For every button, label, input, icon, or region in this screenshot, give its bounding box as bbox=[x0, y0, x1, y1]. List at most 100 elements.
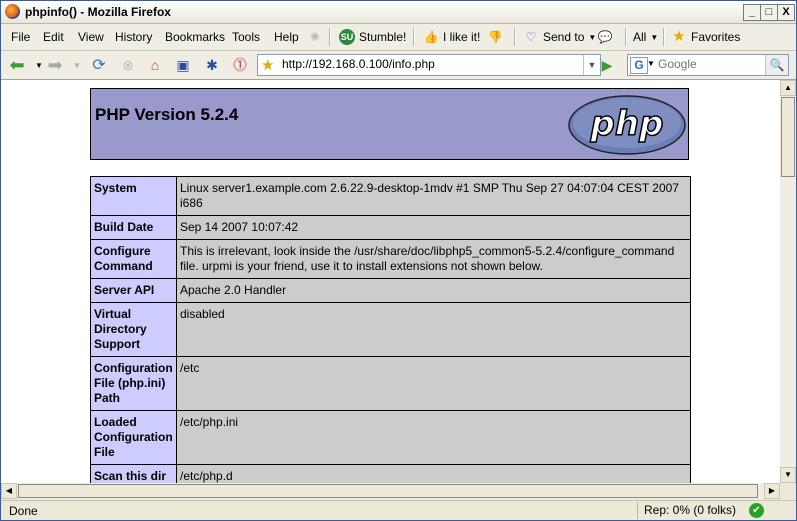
chevron-down-icon: ▼ bbox=[35, 60, 43, 70]
address-bar[interactable]: ★ ▼ bbox=[257, 54, 601, 76]
row-key: System bbox=[90, 176, 177, 216]
forward-arrow-icon: ➡ bbox=[47, 54, 63, 75]
home-button[interactable]: ⌂ bbox=[145, 55, 165, 75]
search-icon[interactable]: 🔍 bbox=[765, 55, 788, 75]
stop-icon: ⊗ bbox=[122, 56, 134, 73]
row-value: /etc/php.d bbox=[176, 464, 691, 483]
status-bar: Done Rep: 0% (0 folks) ✔ bbox=[1, 500, 796, 520]
like-label: I like it! bbox=[443, 30, 481, 44]
row-key: Configure Command bbox=[90, 239, 177, 279]
favorites-button[interactable]: ★ Favorites bbox=[671, 27, 740, 47]
menu-bar: File Edit View History Bookmarks Tools H… bbox=[1, 24, 796, 51]
close-button[interactable]: X bbox=[777, 4, 795, 21]
send-to-button[interactable]: ♡ Send to ▼ bbox=[523, 27, 597, 47]
thumbs-up-icon: 👍 bbox=[423, 30, 439, 44]
stop-button[interactable]: ⊗ bbox=[118, 55, 138, 75]
maximize-button[interactable]: □ bbox=[760, 4, 778, 21]
favorites-label: Favorites bbox=[691, 30, 741, 44]
row-value: Apache 2.0 Handler bbox=[176, 278, 691, 303]
scroll-left-button[interactable]: ◀ bbox=[1, 483, 17, 499]
check-icon[interactable]: ✔ bbox=[749, 503, 764, 518]
row-value: /etc/php.ini bbox=[176, 410, 691, 465]
scroll-right-button[interactable]: ▶ bbox=[764, 483, 780, 499]
all-label: All bbox=[633, 30, 647, 44]
horizontal-scrollbar[interactable]: ◀ ▶ bbox=[1, 483, 780, 499]
star-icon: ★ bbox=[672, 28, 686, 45]
php-header: PHP Version 5.2.4 php bbox=[90, 88, 689, 160]
google-engine-icon[interactable]: G bbox=[630, 57, 648, 74]
search-bar[interactable]: G ▼ 🔍 bbox=[627, 54, 789, 76]
chevron-down-icon: ▼ bbox=[73, 60, 81, 70]
row-value: Sep 14 2007 10:07:42 bbox=[176, 215, 691, 240]
menu-bookmarks[interactable]: Bookmarks bbox=[165, 30, 225, 44]
page-info-button[interactable]: ▣ bbox=[173, 55, 193, 75]
table-row: Build Date Sep 14 2007 10:07:42 bbox=[90, 215, 691, 240]
send-to-label: Send to bbox=[543, 30, 585, 44]
table-row: Configure Command This is irrelevant, lo… bbox=[90, 239, 691, 279]
scrollbar-corner bbox=[780, 483, 796, 499]
scroll-down-button[interactable]: ▼ bbox=[780, 467, 796, 483]
reload-icon: ⟳ bbox=[92, 57, 106, 74]
reload-button[interactable]: ⟳ bbox=[89, 55, 109, 75]
navigation-toolbar: ⬅ ▼ ➡ ▼ ⟳ ⊗ ⌂ ▣ ✱ ⓵ ★ ▼ ▶ G ▼ 🔍 bbox=[1, 51, 796, 80]
php-logo: php bbox=[568, 95, 686, 155]
menu-tools[interactable]: Tools bbox=[232, 30, 260, 44]
loading-spinner-icon: ✺ bbox=[309, 30, 321, 44]
horizontal-scroll-thumb[interactable] bbox=[18, 484, 758, 498]
minimize-button[interactable]: _ bbox=[743, 4, 761, 21]
status-text: Done bbox=[9, 504, 38, 518]
vertical-scroll-thumb[interactable] bbox=[781, 97, 795, 177]
thumbs-down-icon: 👎 bbox=[487, 30, 503, 44]
row-key: Configuration File (php.ini) Path bbox=[90, 356, 177, 411]
forward-history-dropdown[interactable]: ▼ bbox=[67, 55, 87, 75]
table-row: Virtual Directory Support disabled bbox=[90, 302, 691, 357]
play-arrow-icon: ▶ bbox=[601, 56, 613, 73]
speech-bubble-icon: 💬 bbox=[597, 30, 613, 44]
dislike-button[interactable]: 👎 bbox=[487, 27, 503, 47]
php-logo-text: php bbox=[590, 104, 664, 144]
menu-edit[interactable]: Edit bbox=[43, 30, 64, 44]
menu-help[interactable]: Help bbox=[274, 30, 299, 44]
like-button[interactable]: 👍 I like it! bbox=[423, 27, 481, 47]
all-dropdown[interactable]: All ▼ bbox=[633, 27, 658, 47]
menu-view[interactable]: View bbox=[78, 30, 104, 44]
row-key: Loaded Configuration File bbox=[90, 410, 177, 465]
table-row: Loaded Configuration File /etc/php.ini bbox=[90, 410, 691, 465]
search-input[interactable] bbox=[658, 56, 762, 72]
forward-button[interactable]: ➡ bbox=[45, 55, 65, 75]
row-value: disabled bbox=[176, 302, 691, 357]
stumble-button[interactable]: SU Stumble! bbox=[339, 27, 406, 47]
row-value: /etc bbox=[176, 356, 691, 411]
browser-window: phpinfo() - Mozilla Firefox _ □ X File E… bbox=[0, 0, 797, 521]
row-key: Server API bbox=[90, 278, 177, 303]
table-row: System Linux server1.example.com 2.6.22.… bbox=[90, 176, 691, 216]
menu-file[interactable]: File bbox=[11, 30, 30, 44]
table-row: Server API Apache 2.0 Handler bbox=[90, 278, 691, 303]
row-key: Virtual Directory Support bbox=[90, 302, 177, 357]
send-heart-icon: ♡ bbox=[525, 30, 537, 44]
table-row: Scan this dir /etc/php.d bbox=[90, 464, 691, 483]
url-input[interactable] bbox=[282, 56, 572, 72]
stumble-label: Stumble! bbox=[359, 30, 407, 44]
row-value: Linux server1.example.com 2.6.22.9-deskt… bbox=[176, 176, 691, 216]
back-arrow-icon: ⬅ bbox=[9, 54, 25, 75]
comment-button[interactable]: 💬 bbox=[597, 27, 613, 47]
php-info-table: System Linux server1.example.com 2.6.22.… bbox=[90, 176, 691, 483]
back-button[interactable]: ⬅ bbox=[7, 55, 27, 75]
firefox-icon bbox=[5, 4, 20, 19]
title-bar: phpinfo() - Mozilla Firefox _ □ X bbox=[1, 1, 796, 24]
vertical-scrollbar[interactable]: ▲ ▼ bbox=[780, 80, 796, 483]
extension-button[interactable]: ⓵ bbox=[230, 55, 250, 75]
addon-button[interactable]: ✱ bbox=[202, 55, 222, 75]
stumbleupon-icon: SU bbox=[339, 29, 355, 45]
bookmark-star-icon[interactable]: ★ bbox=[261, 56, 274, 74]
page-icon: ▣ bbox=[176, 56, 190, 73]
scroll-up-button[interactable]: ▲ bbox=[780, 80, 796, 96]
home-icon: ⌂ bbox=[150, 57, 160, 73]
engine-dropdown-icon[interactable]: ▼ bbox=[647, 59, 655, 68]
row-key: Scan this dir bbox=[90, 464, 177, 483]
go-button[interactable]: ▶ bbox=[597, 55, 617, 75]
menu-history[interactable]: History bbox=[115, 30, 152, 44]
row-value: This is irrelevant, look inside the /usr… bbox=[176, 239, 691, 279]
reputation-status[interactable]: Rep: 0% (0 folks) bbox=[637, 502, 742, 519]
